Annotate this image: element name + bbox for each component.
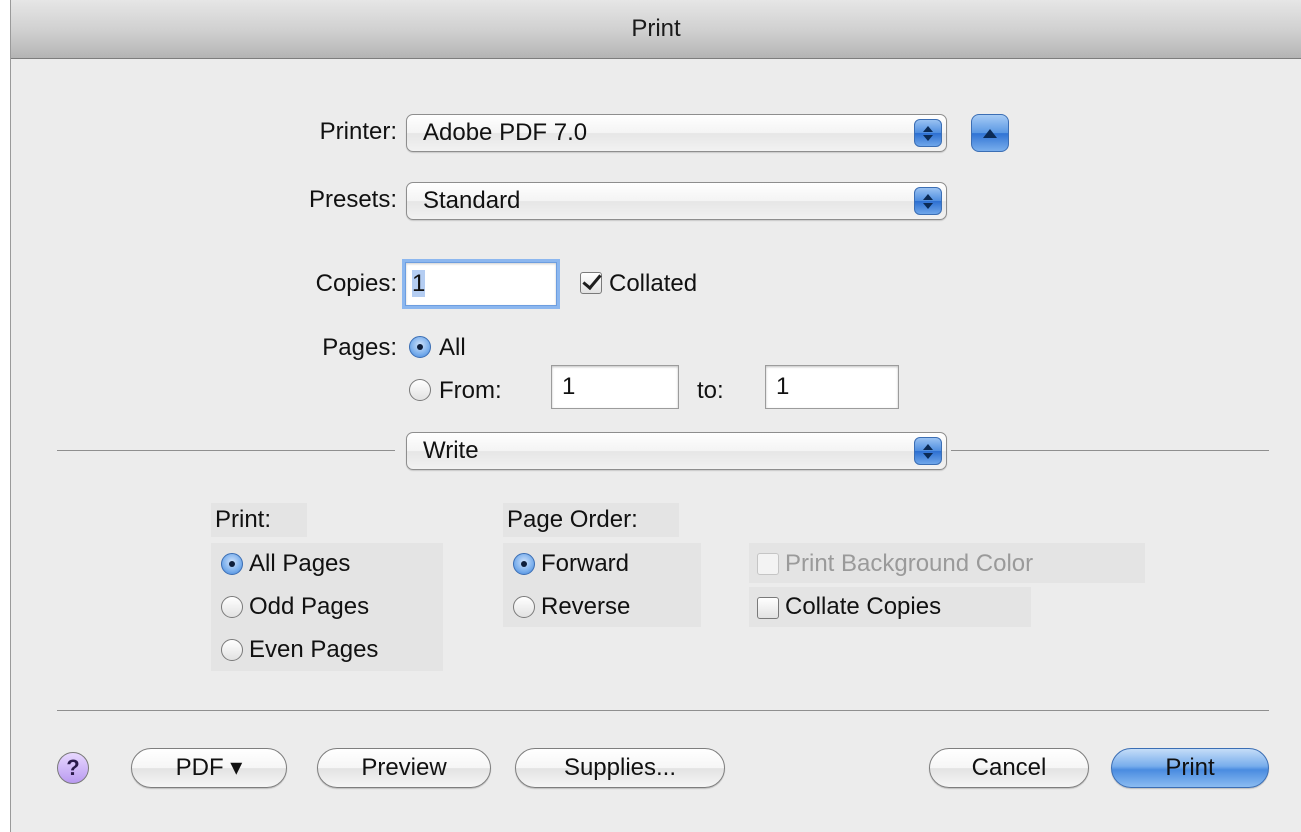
even-pages-label: Even Pages bbox=[249, 636, 379, 663]
forward-label: Forward bbox=[541, 550, 630, 577]
collate-copies-checkbox[interactable] bbox=[757, 597, 779, 619]
presets-popup[interactable]: Standard bbox=[406, 182, 947, 220]
title-bar: Print bbox=[11, 0, 1301, 59]
separator-left bbox=[57, 450, 395, 451]
print-background-checkbox bbox=[757, 553, 779, 575]
popup-arrows-icon bbox=[914, 187, 942, 215]
pages-to-label: to: bbox=[697, 377, 724, 404]
print-dialog: Print Printer: Adobe PDF 7.0 Presets: St… bbox=[10, 0, 1301, 832]
odd-pages-radio[interactable] bbox=[221, 596, 243, 618]
copies-label: Copies: bbox=[315, 270, 397, 297]
popup-arrows-icon bbox=[914, 119, 942, 147]
pages-from-field[interactable]: 1 bbox=[551, 365, 679, 409]
printer-value: Adobe PDF 7.0 bbox=[423, 119, 588, 146]
forward-radio[interactable] bbox=[513, 553, 535, 575]
presets-label: Presets: bbox=[308, 186, 397, 213]
collate-copies-label: Collate Copies bbox=[785, 593, 942, 620]
printer-label: Printer: bbox=[319, 118, 397, 145]
pages-to-field[interactable]: 1 bbox=[765, 365, 899, 409]
print-heading: Print: bbox=[215, 506, 272, 533]
reverse-radio[interactable] bbox=[513, 596, 535, 618]
separator-right bbox=[951, 450, 1269, 451]
popup-arrows-icon bbox=[914, 437, 942, 465]
print-background-label: Print Background Color bbox=[785, 550, 1034, 577]
window-title: Print bbox=[631, 15, 681, 42]
odd-pages-label: Odd Pages bbox=[249, 593, 370, 620]
supplies-button[interactable]: Supplies... bbox=[515, 748, 725, 788]
all-pages-label: All Pages bbox=[249, 550, 351, 577]
collated-checkbox[interactable] bbox=[580, 272, 602, 294]
reverse-label: Reverse bbox=[541, 593, 631, 620]
pages-label: Pages: bbox=[322, 334, 397, 361]
pages-all-label: All bbox=[439, 334, 466, 361]
panel-popup[interactable]: Write bbox=[406, 432, 947, 470]
pages-from-label: From: bbox=[439, 377, 502, 404]
disclosure-up-icon[interactable] bbox=[971, 114, 1009, 152]
all-pages-radio[interactable] bbox=[221, 553, 243, 575]
help-icon[interactable]: ? bbox=[57, 752, 89, 784]
panel-value: Write bbox=[423, 437, 479, 464]
printer-popup[interactable]: Adobe PDF 7.0 bbox=[406, 114, 947, 152]
preview-button[interactable]: Preview bbox=[317, 748, 491, 788]
print-button[interactable]: Print bbox=[1111, 748, 1269, 788]
pages-from-radio[interactable] bbox=[409, 379, 431, 401]
presets-value: Standard bbox=[423, 187, 521, 214]
page-order-heading: Page Order: bbox=[507, 506, 638, 533]
collated-label: Collated bbox=[609, 270, 698, 297]
cancel-button[interactable]: Cancel bbox=[929, 748, 1089, 788]
copies-field[interactable]: 1 bbox=[405, 262, 557, 306]
pdf-button[interactable]: PDF ▾ bbox=[131, 748, 287, 788]
copies-value: 1 bbox=[412, 270, 426, 297]
pages-all-radio[interactable] bbox=[409, 336, 431, 358]
bottom-separator bbox=[57, 710, 1269, 711]
even-pages-radio[interactable] bbox=[221, 639, 243, 661]
